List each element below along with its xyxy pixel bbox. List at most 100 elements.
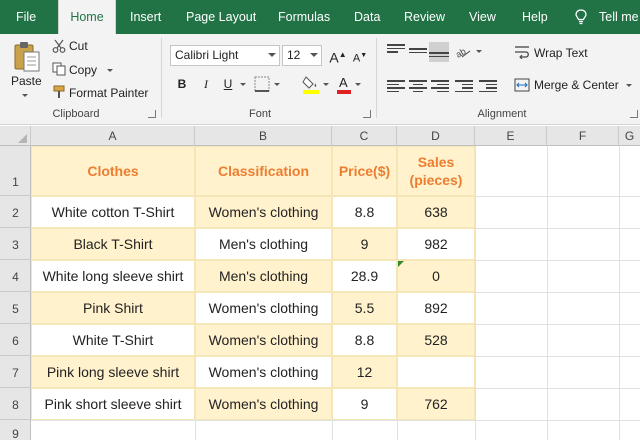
top-align-icon[interactable] (387, 44, 405, 60)
cell-b4[interactable]: Men's clothing (195, 260, 332, 292)
font-color-dropdown-icon[interactable] (355, 83, 361, 86)
cell-d6[interactable]: 528 (397, 324, 475, 356)
tab-home[interactable]: Home (58, 0, 116, 34)
merge-center-dropdown-icon[interactable] (626, 84, 632, 87)
middle-align-icon[interactable] (409, 44, 427, 60)
cell-c8[interactable]: 9 (332, 388, 397, 420)
merge-center-button[interactable]: Merge & Center (534, 78, 619, 92)
cell-a7[interactable]: Pink long sleeve shirt (31, 356, 195, 388)
font-launcher-icon[interactable] (363, 110, 371, 118)
orientation-dropdown-icon[interactable] (476, 50, 482, 53)
tell-me-search[interactable]: Tell me (599, 0, 639, 34)
column-header-c[interactable]: C (332, 126, 397, 146)
alignment-launcher-icon[interactable] (630, 110, 638, 118)
grow-font-button[interactable]: A▲ (328, 45, 348, 66)
increase-indent-icon[interactable] (479, 80, 497, 96)
cut-button[interactable]: Cut (69, 39, 88, 53)
format-painter-button[interactable]: Format Painter (69, 86, 148, 100)
cell-a8[interactable]: Pink short sleeve shirt (31, 388, 195, 420)
paste-button[interactable]: Paste (11, 74, 42, 88)
cell-d5[interactable]: 892 (397, 292, 475, 324)
copy-button[interactable]: Copy (69, 63, 97, 77)
tab-view[interactable]: View (469, 0, 496, 34)
wrap-text-button[interactable]: Wrap Text (534, 46, 588, 60)
fill-color-icon[interactable] (302, 74, 320, 94)
cell-c6[interactable]: 8.8 (332, 324, 397, 356)
row-header-4[interactable]: 4 (0, 260, 31, 292)
orientation-icon[interactable]: ab (454, 43, 472, 59)
select-all-button[interactable] (0, 126, 31, 146)
bold-button[interactable]: B (172, 74, 192, 94)
cell-a5[interactable]: Pink Shirt (31, 292, 195, 324)
row-header-2[interactable]: 2 (0, 196, 31, 228)
cell-a6[interactable]: White T-Shirt (31, 324, 195, 356)
column-header-f[interactable]: F (547, 126, 619, 146)
column-header-e[interactable]: E (475, 126, 547, 146)
row-header-6[interactable]: 6 (0, 324, 31, 356)
borders-dropdown-icon[interactable] (274, 83, 280, 86)
tab-insert[interactable]: Insert (130, 0, 161, 34)
cell-b1[interactable]: Classification (195, 146, 332, 196)
bottom-align-icon[interactable] (429, 42, 449, 62)
fill-color-dropdown-icon[interactable] (323, 83, 329, 86)
cell-d4[interactable]: 0 (397, 260, 475, 292)
cell-b6[interactable]: Women's clothing (195, 324, 332, 356)
ribbon-tab-bar: File Home Insert Page Layout Formulas Da… (0, 0, 640, 34)
align-left-icon[interactable] (387, 80, 405, 96)
clipboard-launcher-icon[interactable] (148, 110, 156, 118)
cell-c3[interactable]: 9 (332, 228, 397, 260)
cell-b8[interactable]: Women's clothing (195, 388, 332, 420)
tab-page-layout[interactable]: Page Layout (186, 0, 256, 34)
paste-dropdown-icon[interactable] (22, 94, 28, 97)
row-header-5[interactable]: 5 (0, 292, 31, 324)
cell-b7[interactable]: Women's clothing (195, 356, 332, 388)
tab-formulas[interactable]: Formulas (278, 0, 330, 34)
underline-dropdown-icon[interactable] (240, 83, 246, 86)
tab-review[interactable]: Review (404, 0, 445, 34)
align-right-icon[interactable] (431, 80, 449, 96)
cell-a3[interactable]: Black T-Shirt (31, 228, 195, 260)
column-header-a[interactable]: A (31, 126, 195, 146)
cell-a4[interactable]: White long sleeve shirt (31, 260, 195, 292)
cell-c4[interactable]: 28.9 (332, 260, 397, 292)
font-color-icon[interactable]: A (336, 74, 352, 94)
decrease-indent-icon[interactable] (455, 80, 473, 96)
column-headers: A B C D E F G (0, 126, 640, 146)
borders-icon[interactable] (254, 76, 270, 92)
cell-b3[interactable]: Men's clothing (195, 228, 332, 260)
cell-c7[interactable]: 12 (332, 356, 397, 388)
font-size-select[interactable]: 12 (282, 45, 322, 66)
cell-c2[interactable]: 8.8 (332, 196, 397, 228)
cell-a2[interactable]: White cotton T-Shirt (31, 196, 195, 228)
shrink-font-button[interactable]: A▼ (350, 46, 370, 66)
font-name-select[interactable]: Calibri Light (170, 45, 280, 66)
merge-center-icon (514, 78, 530, 92)
paste-icon[interactable] (12, 40, 42, 74)
cell-b2[interactable]: Women's clothing (195, 196, 332, 228)
cell-a1[interactable]: Clothes (31, 146, 195, 196)
cell-d1[interactable]: Sales (pieces) (397, 146, 475, 196)
cell-d3[interactable]: 982 (397, 228, 475, 260)
row-header-3[interactable]: 3 (0, 228, 31, 260)
error-indicator-icon[interactable] (398, 261, 404, 267)
row-header-7[interactable]: 7 (0, 356, 31, 388)
row-header-9[interactable]: 9 (0, 420, 31, 440)
row-header-8[interactable]: 8 (0, 388, 31, 420)
cell-c1[interactable]: Price($) (332, 146, 397, 196)
cell-d8[interactable]: 762 (397, 388, 475, 420)
underline-button[interactable]: U (218, 74, 238, 94)
column-header-b[interactable]: B (195, 126, 332, 146)
cell-c5[interactable]: 5.5 (332, 292, 397, 324)
row-header-1[interactable]: 1 (0, 146, 31, 196)
tab-file[interactable]: File (16, 0, 36, 34)
tab-help[interactable]: Help (522, 0, 548, 34)
copy-dropdown-icon[interactable] (107, 69, 113, 72)
cell-b5[interactable]: Women's clothing (195, 292, 332, 324)
cell-d2[interactable]: 638 (397, 196, 475, 228)
cell-d7[interactable] (397, 356, 475, 388)
italic-button[interactable]: I (196, 74, 216, 94)
align-center-icon[interactable] (409, 80, 427, 96)
tab-data[interactable]: Data (354, 0, 380, 34)
column-header-g[interactable]: G (619, 126, 640, 146)
column-header-d[interactable]: D (397, 126, 475, 146)
